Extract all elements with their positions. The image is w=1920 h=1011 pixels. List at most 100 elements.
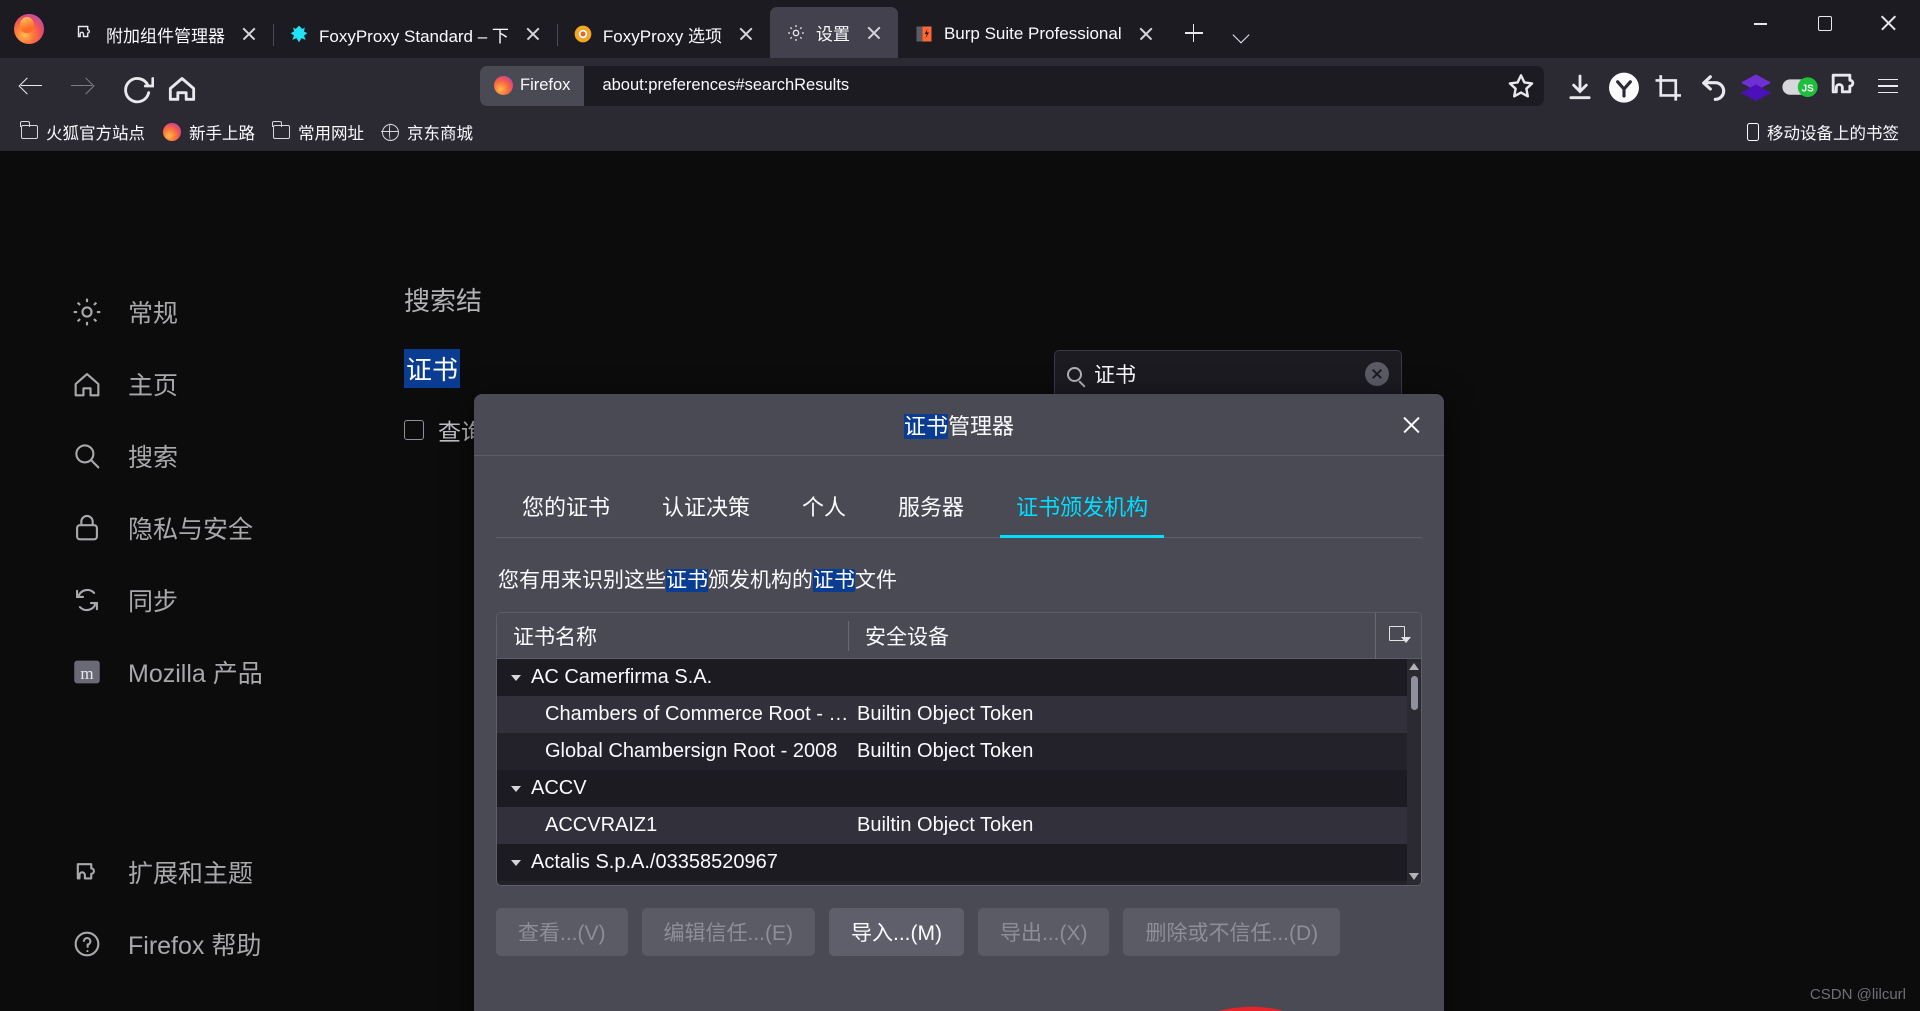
foxyproxy-icon bbox=[290, 25, 308, 43]
sidebar-item-mozilla-products[interactable]: m Mozilla 产品 bbox=[62, 636, 392, 708]
tab-your-certificates[interactable]: 您的证书 bbox=[496, 482, 636, 538]
js-toggle-icon[interactable]: JS bbox=[1778, 66, 1822, 106]
bookmark-item[interactable]: 火狐官方站点 bbox=[12, 116, 154, 148]
pocket-y-icon[interactable] bbox=[1602, 66, 1646, 106]
puzzle-icon bbox=[76, 863, 95, 880]
reload-icon[interactable] bbox=[110, 66, 155, 106]
table-row[interactable]: Actalis S.p.A./03358520967 bbox=[497, 844, 1421, 881]
table-scrollbar[interactable] bbox=[1407, 659, 1421, 885]
download-icon[interactable] bbox=[1558, 66, 1602, 106]
tab-label: 设置 bbox=[815, 25, 850, 44]
tab-close-button[interactable] bbox=[235, 20, 263, 48]
bookmark-star-icon[interactable] bbox=[1504, 69, 1538, 103]
view-button[interactable]: 查看...(V) bbox=[496, 908, 628, 956]
column-picker-icon[interactable] bbox=[1375, 613, 1421, 659]
group-name: ACCV bbox=[531, 777, 587, 799]
tab-servers[interactable]: 服务器 bbox=[872, 482, 990, 538]
desc-highlight2: 证书 bbox=[813, 569, 855, 592]
sidebar-item-privacy-security[interactable]: 隐私与安全 bbox=[62, 492, 392, 564]
app-menu-icon[interactable] bbox=[1866, 66, 1910, 106]
sidebar-item-search[interactable]: 搜索 bbox=[62, 420, 392, 492]
mobile-bookmarks-item[interactable]: 移动设备上的书签 bbox=[1738, 116, 1908, 148]
tab-authorities[interactable]: 证书颁发机构 bbox=[990, 482, 1174, 538]
preferences-sidebar: 常规 主页 搜索 隐私与安全 同步 m Mozilla 产品 扩展和主题 Fir… bbox=[62, 276, 392, 980]
svg-text:JS: JS bbox=[1802, 83, 1815, 94]
tab-people[interactable]: 个人 bbox=[776, 482, 872, 538]
bookmark-item[interactable]: 新手上路 bbox=[154, 116, 264, 148]
layers-icon[interactable] bbox=[1734, 66, 1778, 106]
back-icon[interactable] bbox=[10, 66, 54, 106]
screenshot-crop-icon[interactable] bbox=[1646, 66, 1690, 106]
bookmark-item[interactable]: 京东商城 bbox=[373, 116, 482, 148]
search-results-term: 证书 bbox=[404, 349, 461, 388]
forward-icon[interactable] bbox=[60, 66, 104, 106]
table-row[interactable]: AC Camerfirma S.A. bbox=[497, 659, 1421, 696]
url-text[interactable]: about:preferences#searchResults bbox=[584, 76, 1504, 95]
column-header-name[interactable]: 证书名称 bbox=[497, 620, 849, 651]
chevron-down-icon[interactable] bbox=[511, 674, 521, 681]
tab-close-button[interactable] bbox=[860, 19, 888, 47]
navigation-toolbar: Firefox about:preferences#searchResults bbox=[0, 58, 1920, 113]
tab-burp-suite[interactable]: Burp Suite Professional bbox=[898, 10, 1170, 58]
sidebar-item-firefox-help[interactable]: Firefox 帮助 bbox=[62, 908, 392, 980]
import-button[interactable]: 导入...(M) bbox=[829, 908, 964, 956]
column-header-device[interactable]: 安全设备 bbox=[849, 621, 1375, 651]
tab-addons[interactable]: 附加组件管理器 bbox=[60, 10, 274, 58]
identity-badge[interactable]: Firefox bbox=[480, 65, 585, 106]
undo-icon[interactable] bbox=[1690, 66, 1734, 106]
delete-or-distrust-button[interactable]: 删除或不信任...(D) bbox=[1123, 908, 1341, 956]
sidebar-item-label: 隐私与安全 bbox=[128, 516, 254, 544]
preferences-search-box[interactable]: 证书 bbox=[1054, 350, 1402, 398]
table-row[interactable]: ACCV bbox=[497, 770, 1421, 807]
maximize-button[interactable] bbox=[1792, 0, 1856, 46]
chevron-down-icon[interactable] bbox=[511, 785, 521, 792]
home-icon[interactable] bbox=[160, 66, 204, 106]
scrollbar-thumb[interactable] bbox=[1410, 676, 1418, 710]
table-row[interactable]: ACCVRAIZ1 Builtin Object Token bbox=[497, 807, 1421, 844]
table-row[interactable]: Global Chambersign Root - 2008 Builtin O… bbox=[497, 733, 1421, 770]
tab-settings[interactable]: 设置 bbox=[769, 7, 898, 58]
burp-icon bbox=[916, 26, 932, 42]
close-window-button[interactable] bbox=[1856, 0, 1920, 46]
mozilla-icon: m bbox=[74, 660, 100, 684]
tab-close-button[interactable] bbox=[519, 20, 547, 48]
sidebar-item-extensions-themes[interactable]: 扩展和主题 bbox=[62, 836, 392, 908]
extensions-icon[interactable] bbox=[1822, 66, 1866, 106]
tab-foxyproxy-standard[interactable]: FoxyProxy Standard – 下 bbox=[273, 10, 558, 58]
sidebar-item-sync[interactable]: 同步 bbox=[62, 564, 392, 636]
identity-badge-label: Firefox bbox=[520, 76, 571, 94]
address-bar[interactable]: Firefox about:preferences#searchResults bbox=[480, 65, 1544, 106]
sidebar-item-label: 主页 bbox=[128, 372, 179, 400]
tab-close-button[interactable] bbox=[1132, 20, 1160, 48]
new-tab-button[interactable] bbox=[1176, 15, 1212, 51]
close-icon[interactable] bbox=[1394, 408, 1428, 442]
clear-search-icon[interactable] bbox=[1365, 362, 1389, 386]
edit-trust-button[interactable]: 编辑信任...(E) bbox=[641, 908, 815, 956]
bookmark-item[interactable]: 常用网址 bbox=[264, 116, 373, 148]
sidebar-item-label: 同步 bbox=[128, 588, 179, 616]
desc-highlight1: 证书 bbox=[666, 569, 708, 592]
tab-close-button[interactable] bbox=[732, 20, 760, 48]
tab-authentication-decisions[interactable]: 认证决策 bbox=[636, 482, 776, 538]
sidebar-item-label: 搜索 bbox=[128, 444, 179, 472]
table-row[interactable]: Chambers of Commerce Root - 2... Builtin… bbox=[497, 696, 1421, 733]
search-input[interactable]: 证书 bbox=[1094, 359, 1353, 389]
sidebar-item-general[interactable]: 常规 bbox=[62, 276, 392, 348]
export-button[interactable]: 导出...(X) bbox=[977, 908, 1110, 956]
scroll-down-icon[interactable] bbox=[1409, 873, 1419, 880]
firefox-icon bbox=[163, 123, 181, 141]
cert-name: Chambers of Commerce Root - 2... bbox=[545, 703, 849, 725]
scroll-up-icon[interactable] bbox=[1409, 663, 1419, 670]
minimize-button[interactable] bbox=[1728, 0, 1792, 46]
desc-part2: 颁发机构的 bbox=[708, 569, 813, 592]
chevron-down-icon[interactable] bbox=[511, 859, 521, 866]
dialog-title-highlight: 证书 bbox=[903, 413, 948, 439]
sidebar-item-home[interactable]: 主页 bbox=[62, 348, 392, 420]
checkbox[interactable] bbox=[404, 420, 424, 440]
tab-foxyproxy-options[interactable]: FoxyProxy 选项 bbox=[557, 10, 771, 58]
results-checkbox-row[interactable]: 查询 bbox=[404, 413, 484, 447]
dialog-title-rest: 管理器 bbox=[948, 413, 1015, 439]
list-all-tabs-icon[interactable] bbox=[1224, 15, 1260, 51]
certificate-action-buttons: 查看...(V) 编辑信任...(E) 导入...(M) 导出...(X) 删除… bbox=[496, 908, 1422, 956]
table-header-row: 证书名称 安全设备 bbox=[497, 613, 1421, 659]
